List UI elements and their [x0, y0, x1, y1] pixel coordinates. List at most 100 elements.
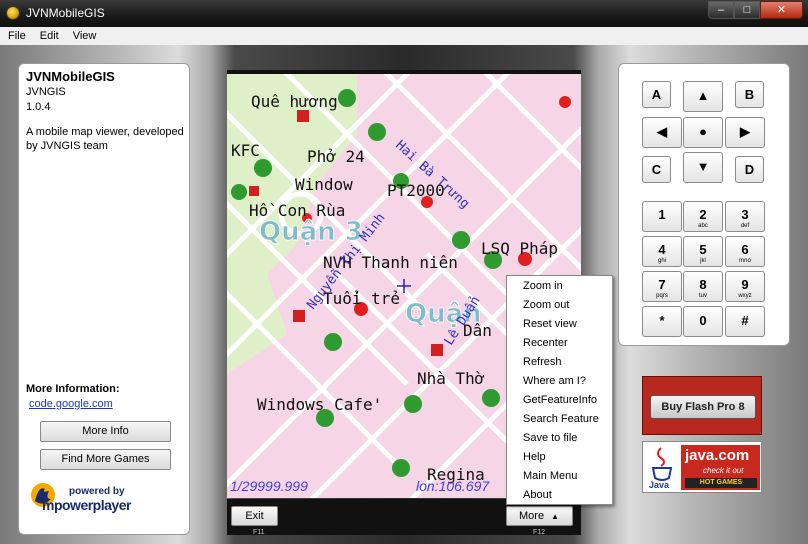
key-label: 6	[741, 242, 749, 257]
key-letters: mno	[739, 258, 751, 264]
keypad-panel: A B C D ▲ ◀ ● ▶ ▼ 1 2 abc 3 def 4 ghi 5 jkl …	[618, 63, 790, 346]
title-bar: JVNMobileGIS – □ ✕	[0, 0, 808, 27]
powered-by-label: powered by	[69, 486, 125, 497]
key-9[interactable]: 9 wxyz	[725, 271, 765, 302]
key-letters: jkl	[700, 258, 706, 264]
fire-dot-icon: ●	[699, 124, 707, 139]
brand-label: mpowerplayer	[42, 497, 131, 513]
key-2[interactable]: 2 abc	[683, 201, 723, 232]
menu-item-save-to-file[interactable]: Save to file	[523, 432, 577, 444]
java-ad-title: java.com	[685, 447, 750, 464]
map-label: Windows Cafe'	[257, 395, 382, 414]
arrow-left-icon: ◀	[657, 124, 667, 139]
menu-item-main-menu[interactable]: Main Menu	[523, 470, 577, 482]
menu-item-reset-view[interactable]: Reset view	[523, 318, 577, 330]
menu-item-where-am-i[interactable]: Where am I?	[523, 375, 586, 387]
map-scale: 1/29999.999	[230, 478, 308, 494]
version-label: 1.0.4	[26, 101, 51, 113]
key-label: 7	[658, 277, 666, 292]
java-ad-panel: java.com check it out HOT GAMES	[681, 445, 760, 490]
key-letters: wxyz	[738, 293, 752, 299]
java-logo-text: Java	[649, 480, 670, 490]
menu-file[interactable]: File	[0, 27, 32, 45]
close-button[interactable]: ✕	[760, 1, 803, 19]
java-ad-banner[interactable]: Java java.com check it out HOT GAMES	[642, 441, 762, 493]
key-b[interactable]: B	[735, 81, 764, 108]
menu-item-recenter[interactable]: Recenter	[523, 337, 568, 349]
chevron-up-icon: ▲	[551, 512, 560, 521]
info-panel: JVNMobileGIS JVNGIS 1.0.4 A mobile map v…	[18, 63, 190, 535]
f12-hint: F12	[533, 529, 546, 536]
homepage-link[interactable]: code.google.com	[29, 398, 113, 410]
key-7[interactable]: 7 pqrs	[642, 271, 682, 302]
minimize-button[interactable]: –	[708, 1, 734, 19]
map-label: LSQ Pháp	[481, 239, 558, 258]
key-label: 5	[699, 242, 707, 257]
java-ad-bar: HOT GAMES	[685, 478, 757, 488]
window-controls: – □ ✕	[708, 1, 803, 19]
key-4[interactable]: 4 ghi	[642, 236, 682, 267]
key-1[interactable]: 1	[642, 201, 682, 232]
flash-ad-banner[interactable]: Buy Flash Pro 8	[642, 376, 762, 435]
key-label: 8	[699, 277, 707, 292]
menu-item-search-feature[interactable]: Search Feature	[523, 413, 599, 425]
menu-bar: File Edit View	[0, 27, 808, 45]
key-letters: def	[740, 223, 750, 229]
app-name: JVNMobileGIS	[26, 69, 115, 84]
menu-item-zoom-in[interactable]: Zoom in	[523, 280, 563, 292]
map-label: Phở 24	[307, 147, 365, 166]
more-info-button[interactable]: More Info	[40, 421, 171, 442]
more-popup-menu: Zoom in Zoom out Reset view Recenter Ref…	[506, 275, 613, 505]
menu-item-get-feature-info[interactable]: GetFeatureInfo	[523, 394, 597, 406]
arrow-down-icon: ▼	[696, 159, 710, 174]
key-hash[interactable]: #	[725, 306, 765, 337]
java-ad-sub: check it out	[703, 466, 744, 475]
nav-fire-key[interactable]: ●	[683, 117, 723, 148]
menu-item-refresh[interactable]: Refresh	[523, 356, 562, 368]
nav-up-key[interactable]: ▲	[683, 81, 723, 112]
key-star[interactable]: *	[642, 306, 682, 337]
key-6[interactable]: 6 mno	[725, 236, 765, 267]
key-d[interactable]: D	[735, 156, 764, 183]
f11-hint: F11	[253, 529, 265, 536]
key-label: 9	[741, 277, 749, 292]
key-letters: pqrs	[656, 293, 668, 299]
map-label: Window	[295, 175, 353, 194]
key-letters: abc	[698, 223, 708, 229]
nav-left-key[interactable]: ◀	[642, 117, 682, 148]
map-label: Nhà Thờ	[417, 369, 485, 388]
map-coordinates: lon:106.697	[416, 478, 490, 494]
menu-item-zoom-out[interactable]: Zoom out	[523, 299, 569, 311]
more-info-heading: More Information:	[26, 383, 120, 395]
key-label: 2	[699, 207, 707, 222]
menu-item-about[interactable]: About	[523, 489, 552, 501]
find-more-games-button[interactable]: Find More Games	[40, 449, 171, 470]
key-5[interactable]: 5 jkl	[683, 236, 723, 267]
exit-softkey[interactable]: Exit	[231, 506, 278, 526]
maximize-button[interactable]: □	[734, 1, 760, 19]
key-label: 1	[658, 207, 666, 222]
key-0[interactable]: 0	[683, 306, 723, 337]
app-icon	[6, 6, 20, 20]
nav-down-key[interactable]: ▼	[683, 152, 723, 183]
more-softkey[interactable]: More ▲	[506, 506, 573, 526]
nav-right-key[interactable]: ▶	[725, 117, 765, 148]
key-8[interactable]: 8 tuv	[683, 271, 723, 302]
java-cup-icon: Java	[649, 447, 673, 490]
buy-flash-button[interactable]: Buy Flash Pro 8	[650, 395, 756, 419]
vendor-name: JVNGIS	[26, 86, 66, 98]
menu-view[interactable]: View	[65, 27, 103, 45]
key-label: 4	[658, 242, 666, 257]
key-3[interactable]: 3 def	[725, 201, 765, 232]
key-label: 3	[741, 207, 749, 222]
window-title: JVNMobileGIS	[26, 6, 105, 20]
district-label: Quận 3	[259, 217, 363, 247]
key-c[interactable]: C	[642, 156, 671, 183]
menu-item-help[interactable]: Help	[523, 451, 546, 463]
key-a[interactable]: A	[642, 81, 671, 108]
app-description: A mobile map viewer, developed by JVNGIS…	[26, 126, 184, 152]
map-label: Quê hương	[251, 92, 338, 111]
map-label: Tuổi trẻ	[323, 289, 400, 308]
menu-edit[interactable]: Edit	[32, 27, 65, 45]
map-label: KFC	[231, 141, 260, 160]
